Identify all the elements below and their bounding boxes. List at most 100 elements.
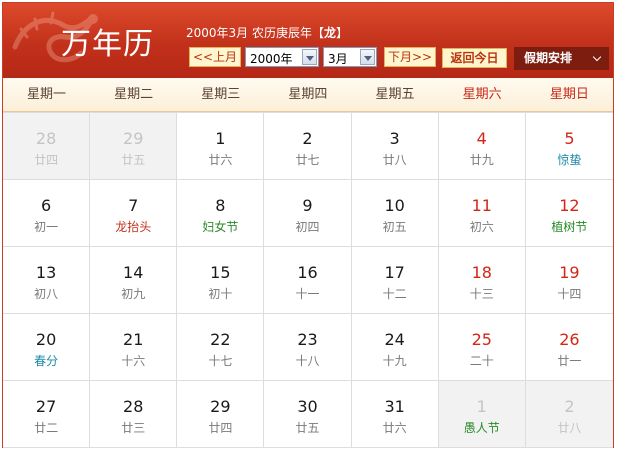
day-cell[interactable]: 31 廿六 <box>351 381 439 448</box>
day-cell[interactable]: 10 初五 <box>351 180 439 247</box>
day-cell[interactable]: 17 十二 <box>351 247 439 314</box>
day-cell[interactable]: 11 初六 <box>438 180 526 247</box>
day-number: 18 <box>471 263 492 282</box>
day-cell[interactable]: 29 廿五 <box>90 113 178 180</box>
day-cell[interactable]: 1 愚人节 <box>438 381 526 448</box>
day-cell[interactable]: 19 十四 <box>525 247 613 314</box>
lunar-date-label: 廿六 <box>382 421 407 435</box>
day-number: 2 <box>302 129 313 148</box>
day-cell[interactable]: 26 廿一 <box>525 314 613 381</box>
day-cell[interactable]: 28 廿四 <box>3 113 91 180</box>
month-select[interactable]: 3月 <box>323 47 377 67</box>
day-cell[interactable]: 29 廿四 <box>177 381 265 448</box>
day-cell[interactable]: 14 初九 <box>90 247 178 314</box>
day-cell[interactable]: 18 十三 <box>438 247 526 314</box>
day-cell[interactable]: 21 十六 <box>90 314 178 381</box>
day-number: 21 <box>123 330 144 349</box>
day-cell[interactable]: 23 十八 <box>264 314 352 381</box>
day-cell[interactable]: 12 植树节 <box>525 180 613 247</box>
lunar-date-label: 廿五 <box>295 421 320 435</box>
lunar-date-label: 廿八 <box>557 421 582 435</box>
lunar-date-label: 初十 <box>208 287 233 301</box>
chevron-down-icon[interactable] <box>360 49 375 65</box>
year-select-value: 2000年 <box>250 52 293 66</box>
day-number: 29 <box>123 129 144 148</box>
day-cell[interactable]: 15 初十 <box>177 247 265 314</box>
day-cell[interactable]: 27 廿二 <box>3 381 91 448</box>
weekday-label: 星期四 <box>288 87 328 102</box>
lunar-date-label: 廿四 <box>208 421 233 435</box>
weekday-header-row: 星期一 星期二 星期三 星期四 星期五 星期六 星期日 <box>3 78 613 112</box>
day-number: 1 <box>476 397 487 416</box>
day-number: 27 <box>35 397 57 416</box>
day-cell[interactable]: 2 廿八 <box>525 381 613 448</box>
day-cell[interactable]: 7 龙抬头 <box>90 180 178 247</box>
day-cell[interactable]: 5 惊蛰 <box>525 113 613 180</box>
chevron-down-icon[interactable] <box>302 49 317 65</box>
day-number: 22 <box>210 330 231 349</box>
day-cell[interactable]: 24 十九 <box>351 314 439 381</box>
day-number: 3 <box>389 129 400 148</box>
lunar-date-label: 十七 <box>208 354 233 368</box>
day-number: 13 <box>35 263 57 282</box>
date-info-text: 2000年3月 农历庚辰年【 <box>186 26 324 40</box>
calendar-widget: 万年历 2000年3月 农历庚辰年【龙】 <<上月 2000年 3月 下月>> … <box>2 2 614 448</box>
day-number: 19 <box>559 263 580 282</box>
prev-month-button[interactable]: <<上月 <box>189 47 241 67</box>
day-number: 31 <box>384 397 405 416</box>
day-number: 15 <box>210 263 231 282</box>
weekday-label: 星期日 <box>549 87 589 102</box>
day-cell[interactable]: 2 廿七 <box>264 113 352 180</box>
day-number: 17 <box>384 263 405 282</box>
calendar-title: 万年历 <box>61 27 154 62</box>
lunar-date-label: 初六 <box>469 220 494 234</box>
festival-label: 愚人节 <box>463 421 500 435</box>
day-cell[interactable]: 6 初一 <box>3 180 91 247</box>
day-number: 7 <box>128 196 139 215</box>
calendar-grid: 28 廿四 29 廿五 1 廿六 2 廿七 3 廿八 4 廿九 5 惊蛰 6 初一 7 龙抬头 8 妇女节 9 初四 10 初… <box>3 112 613 448</box>
day-cell[interactable]: 20 春分 <box>3 314 91 381</box>
day-number: 26 <box>559 330 580 349</box>
lunar-date-label: 十四 <box>557 287 582 301</box>
weekday-label: 星期二 <box>114 87 154 102</box>
lunar-date-label: 初九 <box>121 287 146 301</box>
weekday-label: 星期六 <box>462 87 502 102</box>
zodiac-animal: 龙 <box>324 26 337 40</box>
solar-term-label: 春分 <box>34 354 59 368</box>
back-to-today-button[interactable]: 返回今日 <box>442 48 507 68</box>
day-number: 25 <box>471 330 492 349</box>
festival-label: 植树节 <box>551 220 588 234</box>
festival-label: 妇女节 <box>202 220 239 234</box>
day-cell[interactable]: 28 廿三 <box>90 381 178 448</box>
next-month-button[interactable]: 下月>> <box>384 47 436 67</box>
lunar-date-label: 十九 <box>382 354 407 368</box>
chevron-down-icon <box>592 52 602 62</box>
day-cell[interactable]: 16 十一 <box>264 247 352 314</box>
day-number: 10 <box>384 196 405 215</box>
lunar-date-label: 十六 <box>121 354 146 368</box>
day-cell[interactable]: 1 廿六 <box>177 113 265 180</box>
day-number: 4 <box>476 129 487 148</box>
month-select-value: 3月 <box>328 52 348 66</box>
lunar-date-label: 廿五 <box>121 153 146 167</box>
day-cell[interactable]: 30 廿五 <box>264 381 352 448</box>
day-number: 2 <box>564 397 575 416</box>
day-cell[interactable]: 9 初四 <box>264 180 352 247</box>
lunar-date-label: 初八 <box>34 287 59 301</box>
day-cell[interactable]: 8 妇女节 <box>177 180 265 247</box>
holiday-schedule-dropdown[interactable]: 假期安排 <box>514 47 609 70</box>
day-cell[interactable]: 22 十七 <box>177 314 265 381</box>
day-number: 23 <box>297 330 318 349</box>
day-cell[interactable]: 4 廿九 <box>438 113 526 180</box>
lunar-date-label: 初四 <box>295 220 320 234</box>
lunar-date-label: 廿六 <box>208 153 233 167</box>
day-number: 5 <box>564 129 575 148</box>
day-cell[interactable]: 13 初八 <box>3 247 91 314</box>
year-select[interactable]: 2000年 <box>245 47 319 67</box>
lunar-date-label: 廿七 <box>295 153 320 167</box>
weekday-label: 星期一 <box>26 87 66 102</box>
lunar-date-label: 廿二 <box>34 421 59 435</box>
festival-label: 龙抬头 <box>115 220 152 234</box>
day-cell[interactable]: 3 廿八 <box>351 113 439 180</box>
day-cell[interactable]: 25 二十 <box>438 314 526 381</box>
